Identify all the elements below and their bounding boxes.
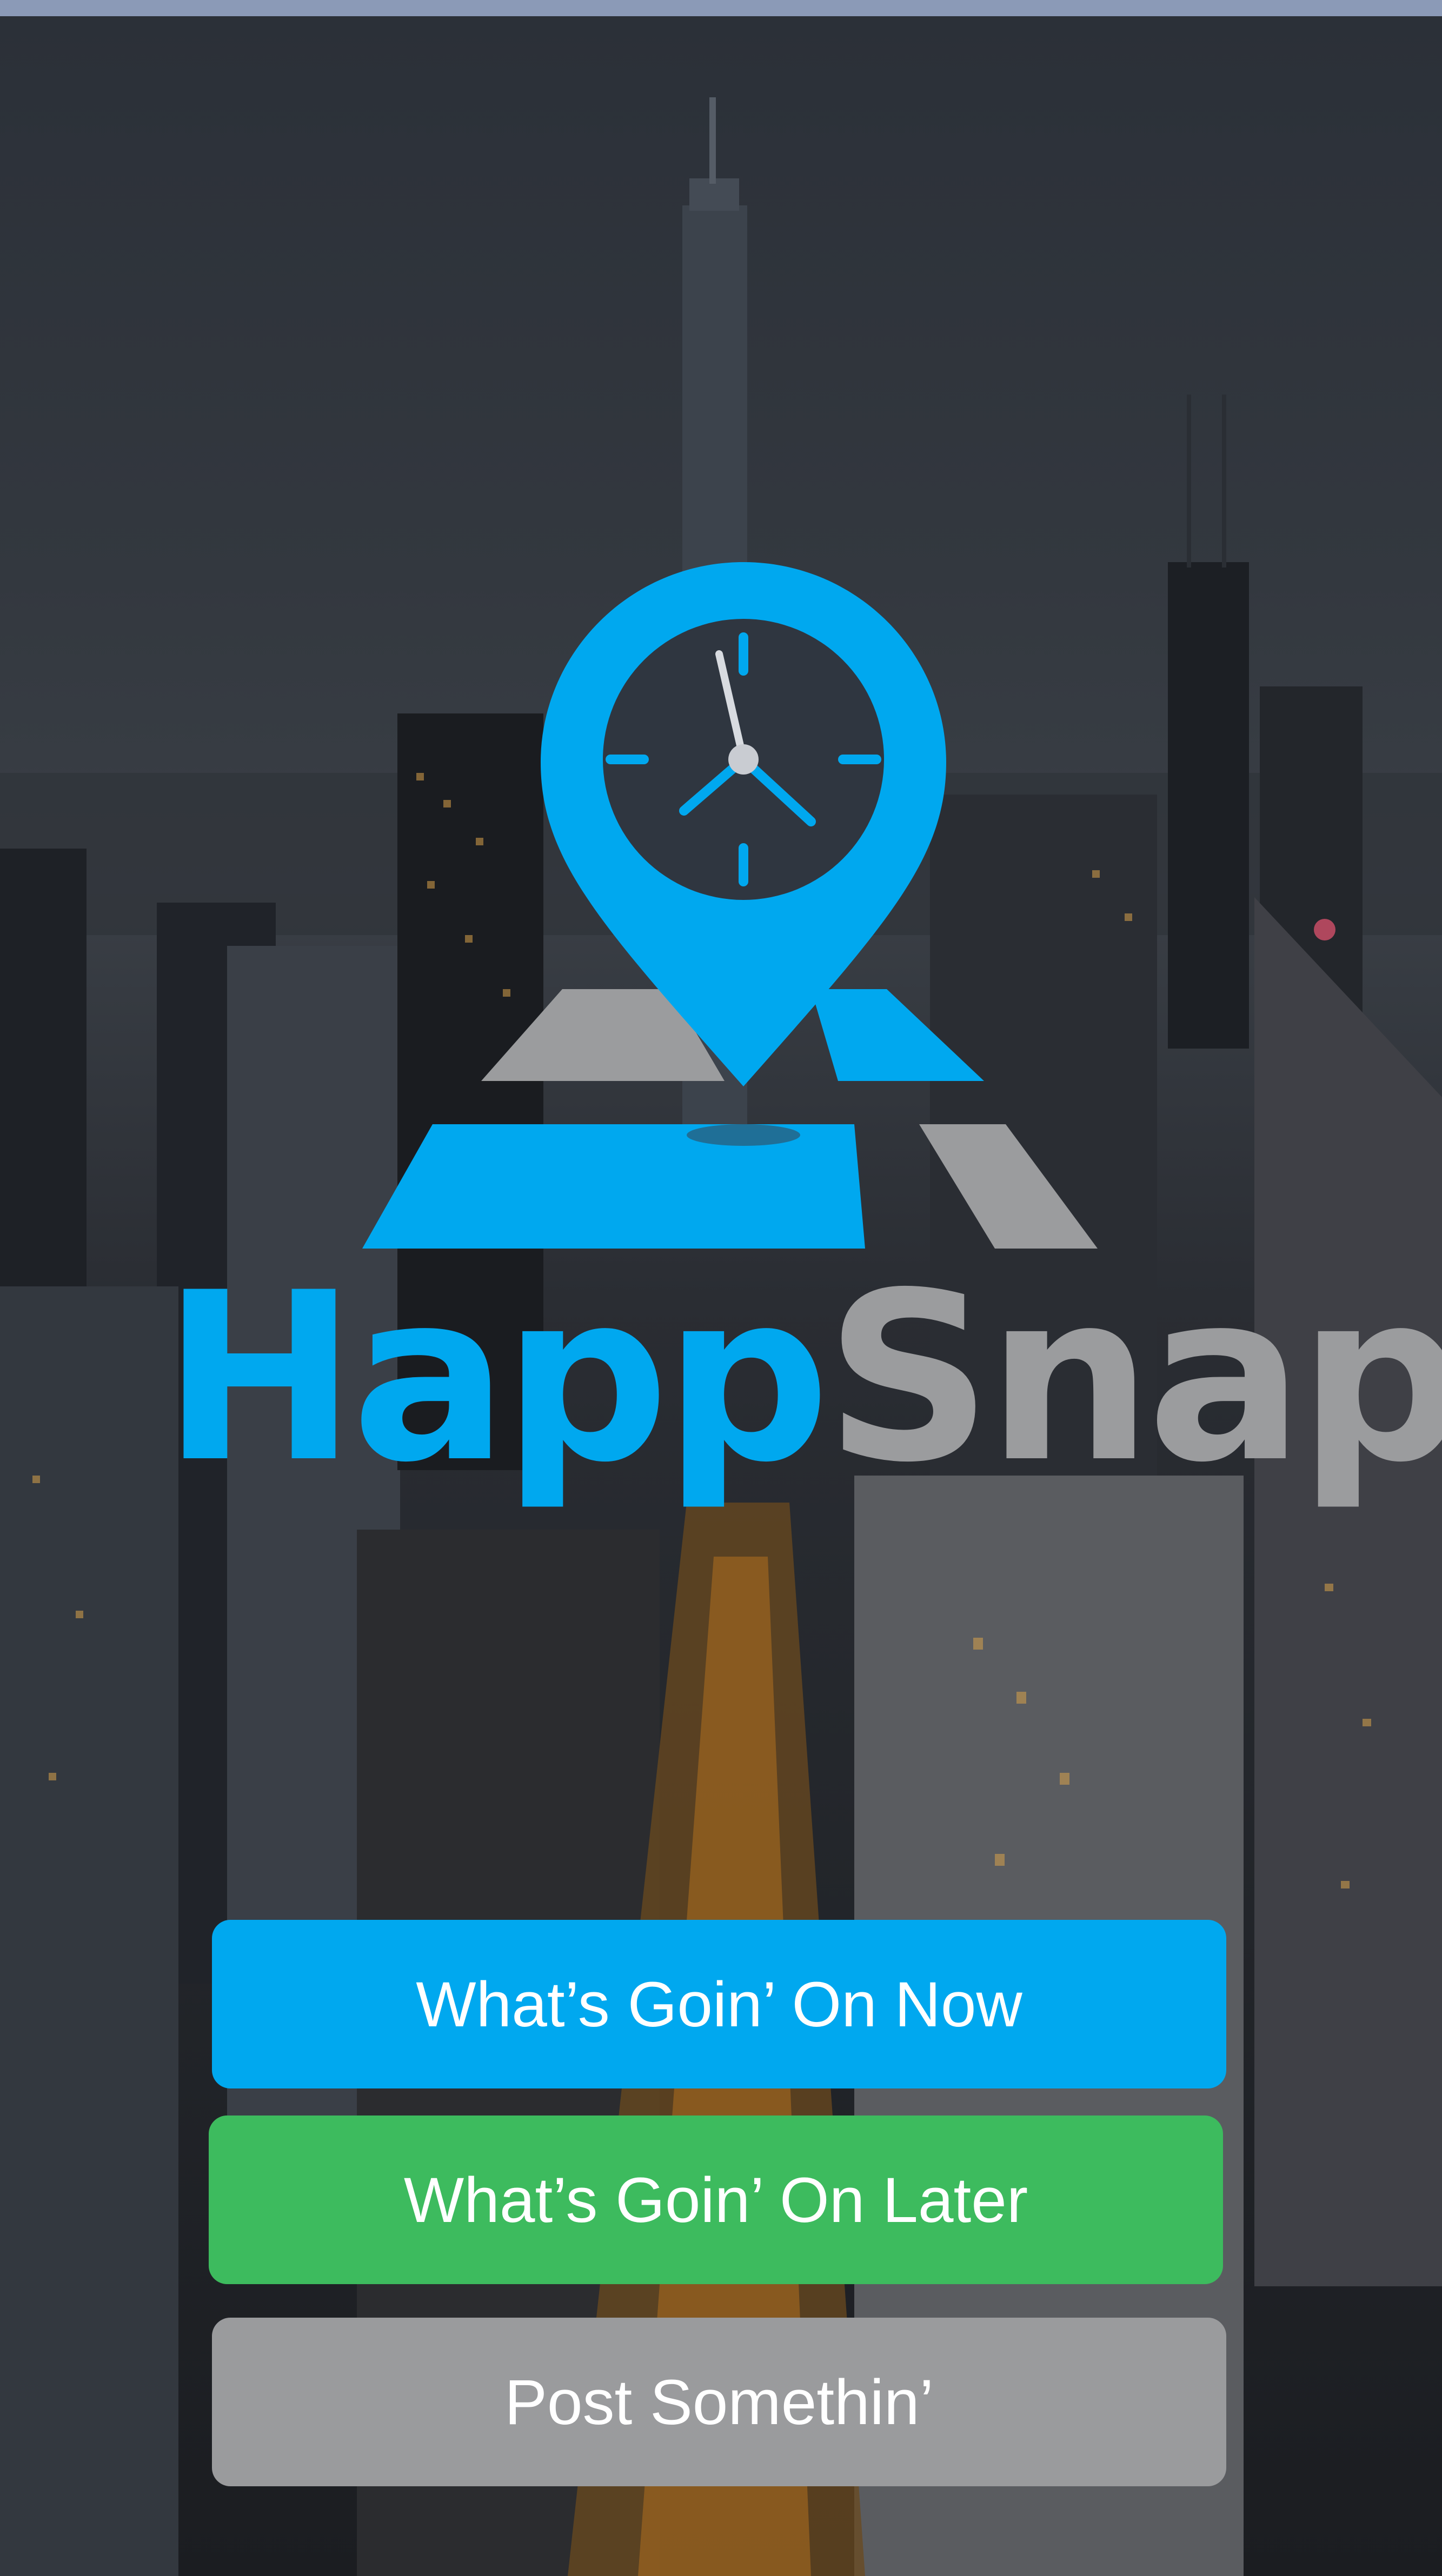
status-strip xyxy=(0,0,1442,16)
whats-going-on-now-button[interactable]: What’s Goin’ On Now xyxy=(212,1920,1226,2088)
post-something-button[interactable]: Post Somethin’ xyxy=(212,2318,1226,2486)
wordmark-snap: Snap xyxy=(825,1243,1442,1513)
wordmark-happ: Happ xyxy=(162,1243,830,1513)
app-logo xyxy=(346,546,1103,1249)
whats-going-on-later-button[interactable]: What’s Goin’ On Later xyxy=(209,2115,1223,2284)
app-wordmark: HappSnap xyxy=(162,1254,1442,1503)
location-pin-clock-icon xyxy=(362,562,1098,1249)
